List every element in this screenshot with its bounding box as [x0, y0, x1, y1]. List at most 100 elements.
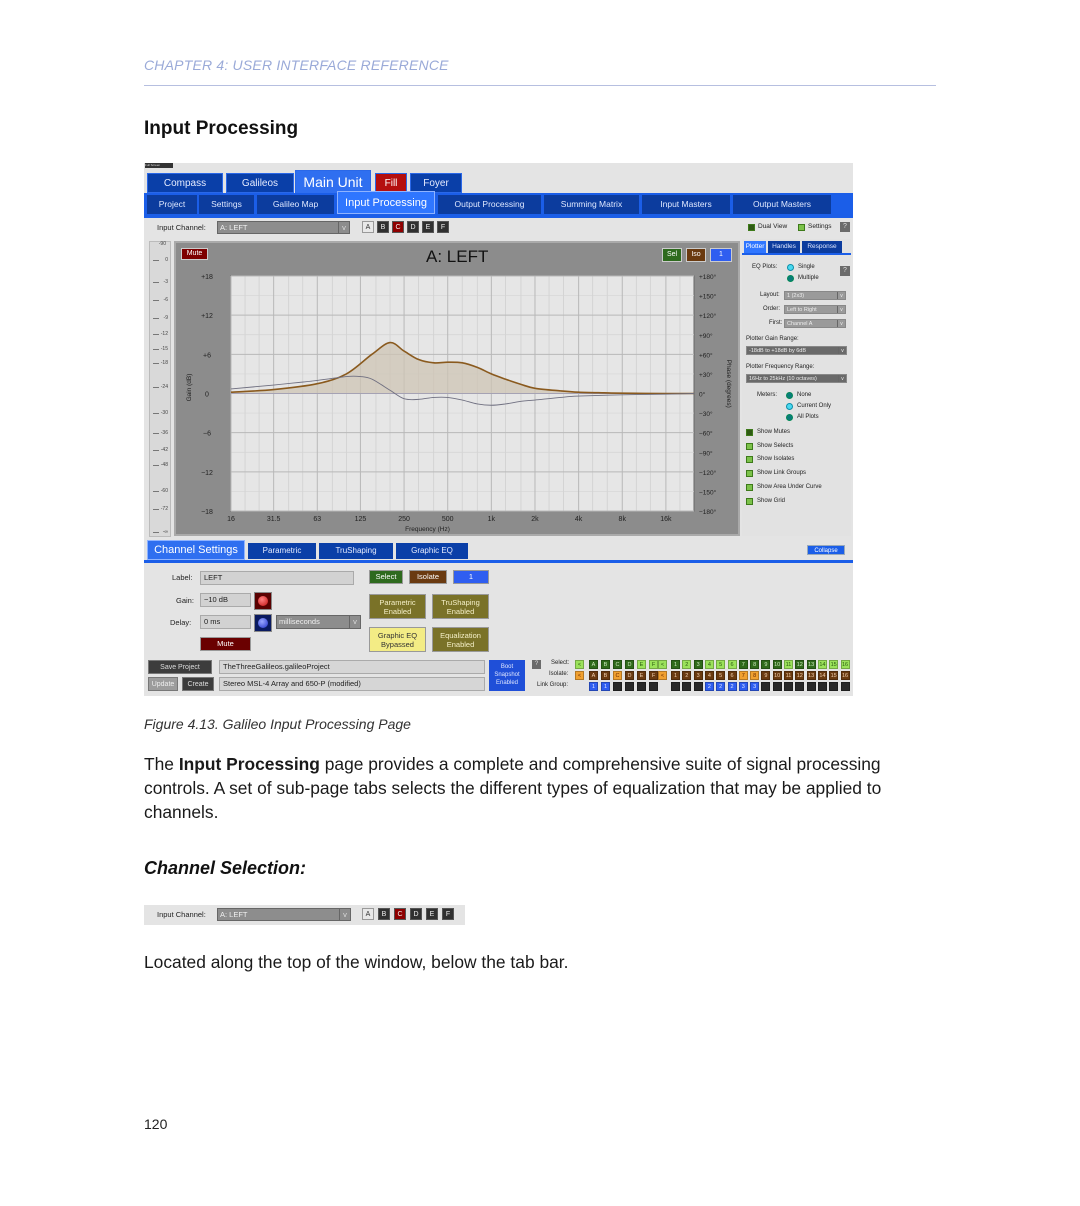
link-number-8[interactable]: 3: [750, 682, 760, 691]
isolate-letter-e[interactable]: E: [637, 671, 646, 680]
select-letter-a[interactable]: A: [589, 660, 598, 669]
collapse-button[interactable]: Collapse: [807, 545, 845, 555]
isolate-number-8[interactable]: 8: [750, 671, 760, 680]
isolate-number-10[interactable]: 10: [772, 671, 782, 680]
select-number-15[interactable]: 15: [829, 660, 839, 669]
delay-knob-button[interactable]: [254, 614, 272, 632]
channel-button-a[interactable]: A: [362, 221, 374, 233]
side-tab-handles[interactable]: Handles: [768, 241, 800, 253]
show-selects-checkbox[interactable]: [746, 443, 753, 450]
show-grid-checkbox[interactable]: [746, 498, 753, 505]
dual-view-checkbox[interactable]: [748, 224, 755, 231]
meters-current-radio[interactable]: [786, 403, 793, 410]
isolate-button[interactable]: Isolate: [409, 570, 447, 584]
channel-button-c[interactable]: C: [394, 908, 406, 920]
select-number-4[interactable]: 4: [704, 660, 714, 669]
unit-tab-galileos[interactable]: Galileos: [226, 173, 294, 193]
channel-button-a[interactable]: A: [362, 908, 374, 920]
link-number-7[interactable]: 3: [738, 682, 748, 691]
tab-settings[interactable]: Settings: [199, 195, 254, 214]
tab-output-masters[interactable]: Output Masters: [733, 195, 831, 214]
tab-trushaping[interactable]: TruShaping: [319, 543, 393, 559]
isolate-number-13[interactable]: 13: [806, 671, 816, 680]
link-letter-c[interactable]: [613, 682, 622, 691]
order-dropdown[interactable]: Left to Right v: [784, 305, 846, 314]
plot-mute-button[interactable]: Mute: [181, 248, 208, 260]
select-all-numbers-button[interactable]: <: [658, 660, 667, 669]
isolate-letter-d[interactable]: D: [625, 671, 634, 680]
tab-parametric[interactable]: Parametric: [248, 543, 316, 559]
full-screen-button[interactable]: Full Screen: [145, 163, 173, 168]
select-letter-c[interactable]: C: [613, 660, 622, 669]
tab-galileo-map[interactable]: Galileo Map: [257, 195, 334, 214]
input-channel-dropdown[interactable]: A: LEFT v: [217, 221, 350, 234]
channel-button-f[interactable]: F: [437, 221, 449, 233]
delay-units-dropdown[interactable]: milliseconds v: [276, 615, 361, 629]
link-letter-a[interactable]: 1: [589, 682, 598, 691]
select-number-1[interactable]: 1: [671, 660, 680, 669]
first-dropdown[interactable]: Channel A v: [784, 319, 846, 328]
plot-sel-button[interactable]: Sel: [662, 248, 682, 262]
link-number-1[interactable]: [671, 682, 680, 691]
select-letter-d[interactable]: D: [625, 660, 634, 669]
link-number-15[interactable]: [829, 682, 839, 691]
isolate-number-4[interactable]: 4: [704, 671, 714, 680]
link-number-2[interactable]: [682, 682, 692, 691]
isolate-all-letters-button[interactable]: <: [575, 671, 584, 680]
select-number-11[interactable]: 11: [784, 660, 793, 669]
parametric-enabled-button[interactable]: Parametric Enabled: [369, 594, 426, 619]
layout-dropdown[interactable]: 1 (2x3) v: [784, 291, 846, 300]
tab-input-processing[interactable]: Input Processing: [337, 191, 435, 214]
gain-range-dropdown[interactable]: -18dB to +18dB by 6dB v: [746, 346, 847, 355]
plot-iso-button[interactable]: Iso: [686, 248, 706, 262]
meters-none-radio[interactable]: [786, 392, 793, 399]
eq-plots-multiple-radio[interactable]: [787, 275, 794, 282]
link-group-button[interactable]: 1: [453, 570, 489, 584]
select-letter-b[interactable]: B: [601, 660, 610, 669]
gain-knob-button[interactable]: [254, 592, 272, 610]
delay-input[interactable]: 0 ms: [200, 615, 251, 629]
meters-all-radio[interactable]: [786, 414, 793, 421]
side-help-button[interactable]: ?: [840, 266, 850, 276]
channel-button-d[interactable]: D: [407, 221, 419, 233]
link-number-4[interactable]: 2: [704, 682, 714, 691]
channel-button-c[interactable]: C: [392, 221, 404, 233]
trushaping-enabled-button[interactable]: TruShaping Enabled: [432, 594, 489, 619]
select-number-5[interactable]: 5: [716, 660, 726, 669]
select-all-letters-button[interactable]: <: [575, 660, 584, 669]
link-number-11[interactable]: [784, 682, 793, 691]
unit-tab-compass[interactable]: Compass: [147, 173, 223, 193]
select-number-14[interactable]: 14: [817, 660, 827, 669]
channel-button-e[interactable]: E: [422, 221, 434, 233]
isolate-number-16[interactable]: 16: [840, 671, 850, 680]
help-button[interactable]: ?: [840, 222, 850, 232]
select-number-3[interactable]: 3: [693, 660, 703, 669]
side-tab-response[interactable]: Response: [802, 241, 842, 253]
select-number-9[interactable]: 9: [761, 660, 771, 669]
isolate-letter-b[interactable]: B: [601, 671, 610, 680]
show-mutes-checkbox[interactable]: [746, 429, 753, 436]
isolate-number-6[interactable]: 6: [727, 671, 737, 680]
channel-button-b[interactable]: B: [378, 908, 390, 920]
select-number-12[interactable]: 12: [795, 660, 805, 669]
link-letter-b[interactable]: 1: [601, 682, 610, 691]
link-number-16[interactable]: [840, 682, 850, 691]
tab-output-processing[interactable]: Output Processing: [438, 195, 541, 214]
channel-button-e[interactable]: E: [426, 908, 438, 920]
unit-tab-fill[interactable]: Fill: [375, 173, 407, 193]
link-number-3[interactable]: [693, 682, 703, 691]
tab-channel-settings[interactable]: Channel Settings: [147, 540, 245, 560]
isolate-number-1[interactable]: 1: [671, 671, 680, 680]
gain-input[interactable]: −10 dB: [200, 593, 251, 607]
isolate-all-numbers-button[interactable]: <: [658, 671, 667, 680]
link-letter-e[interactable]: [637, 682, 646, 691]
tab-input-masters[interactable]: Input Masters: [642, 195, 730, 214]
link-number-6[interactable]: 2: [727, 682, 737, 691]
eq-plots-single-radio[interactable]: [787, 264, 794, 271]
tab-graphic-eq[interactable]: Graphic EQ: [396, 543, 468, 559]
plot-link-button[interactable]: 1: [710, 248, 732, 262]
select-number-16[interactable]: 16: [840, 660, 850, 669]
freq-range-dropdown[interactable]: 16Hz to 25kHz (10 octaves) v: [746, 374, 847, 383]
select-number-6[interactable]: 6: [727, 660, 737, 669]
side-tab-plotter[interactable]: Plotter: [744, 241, 766, 253]
